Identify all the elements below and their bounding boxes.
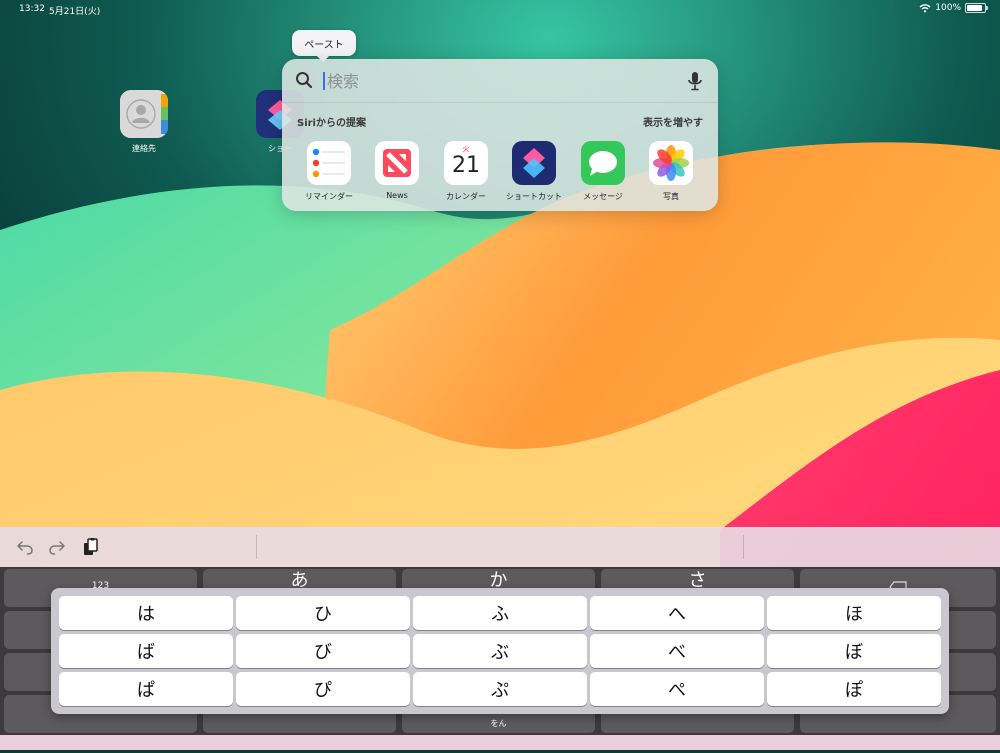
text-caret: [323, 72, 325, 90]
keyboard-bottom-edge: [0, 735, 1000, 750]
wifi-icon: [919, 4, 931, 13]
battery-percent: 100%: [935, 3, 961, 13]
suggested-app-label: ショートカット: [506, 192, 562, 201]
suggested-app-photos[interactable]: 写真: [640, 141, 702, 202]
redo-icon[interactable]: [48, 538, 66, 556]
kana-key[interactable]: ひ: [236, 596, 410, 630]
kana-key[interactable]: び: [236, 634, 410, 668]
show-more-link[interactable]: 表示を増やす: [643, 114, 703, 129]
contacts-icon: [120, 90, 168, 138]
kana-key[interactable]: ぱ: [59, 672, 233, 706]
suggested-app-calendar[interactable]: 火 21 カレンダー: [435, 141, 497, 202]
status-date: 5月21日(火): [49, 7, 101, 17]
kana-variants-popup: は ひ ふ へ ほ ば び ぶ べ ぼ ぱ ぴ ぷ ぺ ぽ: [51, 588, 949, 714]
suggested-app-messages[interactable]: メッセージ: [572, 141, 634, 202]
news-icon: [375, 141, 419, 185]
home-app-contacts[interactable]: 連絡先: [114, 90, 174, 154]
toolbar-divider: [743, 535, 744, 559]
reminders-icon: [307, 141, 351, 185]
kana-key[interactable]: ぼ: [767, 634, 941, 668]
clipboard-icon[interactable]: [82, 538, 100, 556]
status-time: 13:32: [19, 4, 45, 14]
suggested-app-label: リマインダー: [305, 192, 353, 201]
kana-key[interactable]: ぶ: [413, 634, 587, 668]
kana-key[interactable]: へ: [590, 596, 764, 630]
status-right: 100%: [919, 3, 988, 13]
kana-key[interactable]: ぷ: [413, 672, 587, 706]
kana-key[interactable]: ふ: [413, 596, 587, 630]
kana-key[interactable]: ほ: [767, 596, 941, 630]
spotlight-panel: Siriからの提案 表示を増やす リマインダー News: [282, 59, 718, 211]
kana-key[interactable]: は: [59, 596, 233, 630]
suggested-app-label: News: [386, 191, 408, 200]
paste-button[interactable]: ペースト: [292, 30, 356, 62]
kana-key[interactable]: ぽ: [767, 672, 941, 706]
home-app-label: 連絡先: [132, 144, 156, 153]
suggested-app-label: メッセージ: [583, 192, 623, 201]
suggested-app-label: 写真: [663, 192, 679, 201]
suggested-app-shortcuts[interactable]: ショートカット: [503, 141, 565, 202]
shortcuts-icon: [512, 141, 556, 185]
calendar-day: 21: [452, 153, 480, 178]
undo-icon[interactable]: [16, 538, 34, 556]
microphone-icon[interactable]: [687, 71, 703, 91]
calendar-icon: 火 21: [444, 141, 488, 185]
battery-icon: [965, 3, 988, 13]
keyboard-toolbar: [0, 527, 1000, 567]
kana-key[interactable]: ぴ: [236, 672, 410, 706]
suggested-app-label: カレンダー: [446, 192, 486, 201]
photos-icon: [649, 141, 693, 185]
suggested-app-news[interactable]: News: [366, 141, 428, 200]
messages-icon: [581, 141, 625, 185]
search-input[interactable]: [327, 68, 667, 94]
toolbar-divider: [256, 535, 257, 559]
kana-key[interactable]: ぺ: [590, 672, 764, 706]
status-bar: 13:32 5月21日(火) 100%: [0, 0, 1000, 18]
search-row: [282, 59, 718, 103]
kana-key[interactable]: べ: [590, 634, 764, 668]
suggested-app-reminders[interactable]: リマインダー: [298, 141, 360, 202]
siri-suggestions-title: Siriからの提案: [297, 118, 366, 129]
search-icon: [296, 72, 313, 89]
battery-level: [967, 5, 982, 11]
kana-key[interactable]: ば: [59, 634, 233, 668]
